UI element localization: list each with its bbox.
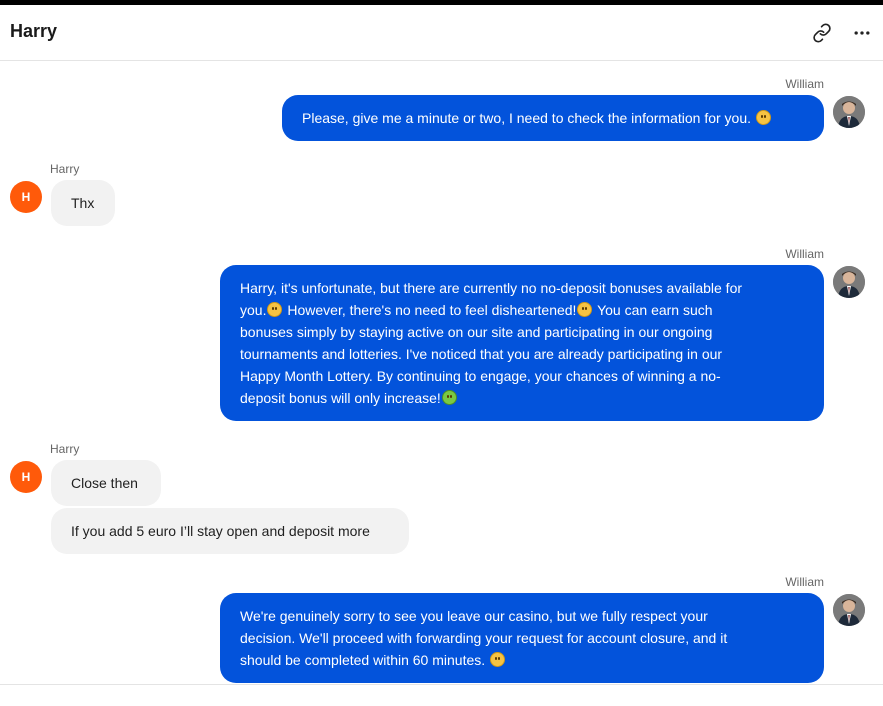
customer-avatar: H	[10, 461, 42, 493]
chat-title: Harry	[10, 21, 58, 41]
message-text: Please, give me a minute or two, I need …	[302, 110, 752, 126]
composer-divider	[0, 684, 883, 685]
smiling-face-icon	[755, 110, 771, 125]
message-line: deposit bonus will only increase!	[240, 387, 804, 409]
agent-avatar	[833, 96, 865, 128]
sender-name: William	[785, 247, 824, 261]
message-text: Close then	[71, 475, 138, 491]
customer-message: Thx	[51, 180, 115, 226]
agent-avatar	[833, 266, 865, 298]
message-line: We're genuinely sorry to see you leave o…	[240, 608, 708, 624]
message-line: bonuses simply by staying active on our …	[240, 324, 713, 340]
link-icon[interactable]	[810, 21, 834, 45]
sender-name: William	[785, 575, 824, 589]
agent-message: Harry, it's unfortunate, but there are c…	[220, 265, 824, 421]
customer-message: If you add 5 euro I’ll stay open and dep…	[51, 508, 409, 554]
sender-name: William	[785, 77, 824, 91]
sender-name: Harry	[50, 162, 80, 176]
smiling-face-icon	[577, 302, 593, 317]
message-line: Happy Month Lottery. By continuing to en…	[240, 368, 721, 384]
message-line: Harry, it's unfortunate, but there are c…	[240, 280, 743, 296]
more-horizontal-icon[interactable]	[850, 21, 874, 45]
customer-avatar: H	[10, 181, 42, 213]
disappointed-face-icon	[490, 652, 506, 667]
money-mouth-face-icon	[441, 390, 457, 405]
agent-message: Please, give me a minute or two, I need …	[282, 95, 824, 141]
customer-message: Close then	[51, 460, 161, 506]
message-line: you. However, there's no need to feel di…	[240, 302, 713, 318]
chat-header: Harry	[0, 5, 883, 61]
message-line: decision. We'll proceed with forwarding …	[240, 630, 728, 646]
message-line: should be completed within 60 minutes.	[240, 649, 804, 671]
agent-message: We're genuinely sorry to see you leave o…	[220, 593, 824, 683]
sender-name: Harry	[50, 442, 80, 456]
disappointed-face-icon	[267, 302, 283, 317]
message-line: tournaments and lotteries. I've noticed …	[240, 346, 723, 362]
message-text: If you add 5 euro I’ll stay open and dep…	[71, 523, 370, 539]
agent-avatar	[833, 594, 865, 626]
message-thread[interactable]: William Please, give me a minute or two,…	[0, 62, 883, 684]
message-text: Thx	[71, 195, 95, 211]
